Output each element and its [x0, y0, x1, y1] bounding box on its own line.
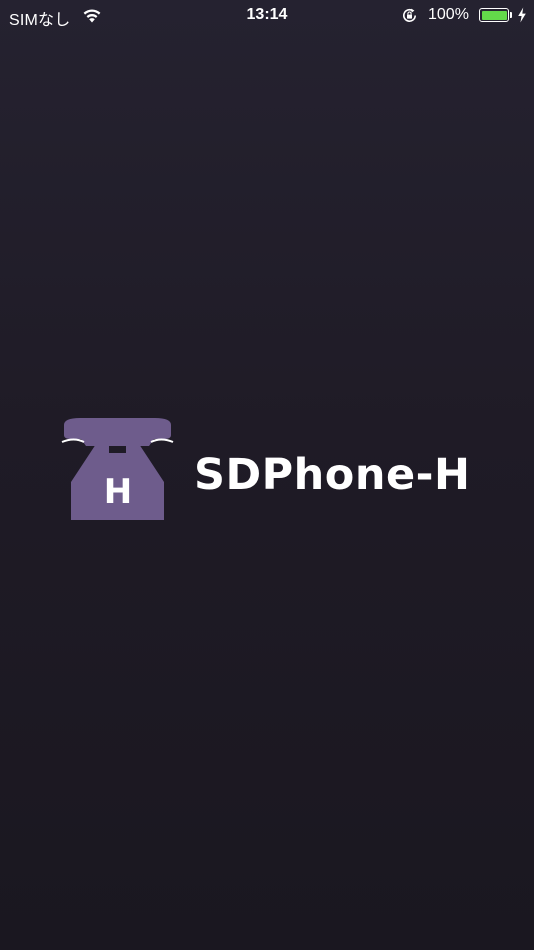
status-bar: SIMなし 13:14 100%: [0, 0, 534, 32]
app-name-title: SDPhone-H: [194, 450, 471, 500]
battery-level-fill: [481, 10, 507, 20]
handset-shape: [64, 418, 171, 446]
battery-percentage: 100%: [428, 6, 469, 23]
battery-terminal: [510, 12, 512, 18]
charging-bolt-icon: [518, 7, 526, 23]
handset-right-curve: [150, 438, 174, 443]
logo-letter: H: [103, 472, 133, 512]
handset-left-curve: [61, 438, 85, 443]
rotation-lock-icon: [403, 8, 416, 22]
battery-icon: [479, 8, 509, 22]
